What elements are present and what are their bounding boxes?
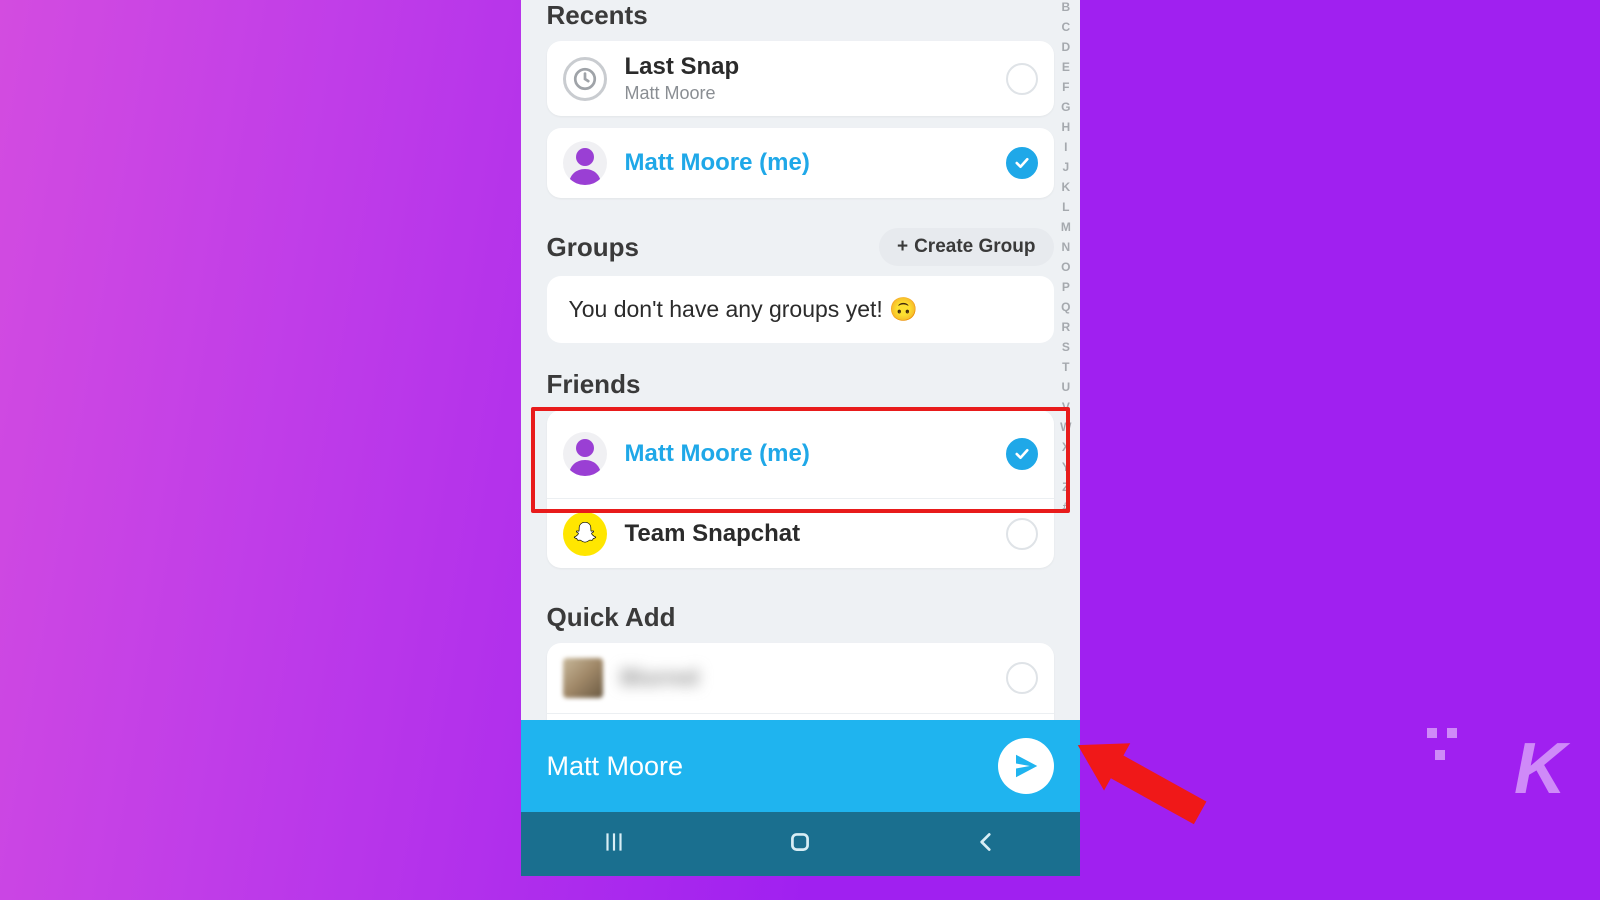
last-snap-title: Last Snap [625, 53, 988, 81]
quickadd-name: Blurred [621, 665, 988, 691]
alpha-letter[interactable]: B [1062, 0, 1071, 14]
send-bar: Matt Moore [521, 720, 1080, 812]
alpha-letter[interactable]: L [1062, 200, 1069, 214]
create-group-label: Create Group [914, 236, 1035, 258]
select-circle-checked[interactable] [1006, 438, 1038, 470]
alpha-index[interactable]: B C D E F G H I J K L M N O P Q R S T U … [1060, 0, 1071, 514]
alpha-letter[interactable]: F [1062, 80, 1069, 94]
friends-heading: Friends [547, 355, 1054, 410]
last-snap-row[interactable]: Last Snap Matt Moore [547, 41, 1054, 116]
phone-screen: B C D E F G H I J K L M N O P Q R S T U … [521, 0, 1080, 876]
watermark-dots [1435, 750, 1445, 760]
alpha-letter[interactable]: J [1062, 160, 1069, 174]
alpha-letter[interactable]: V [1062, 400, 1070, 414]
alpha-letter[interactable]: K [1062, 180, 1071, 194]
home-nav-icon[interactable] [787, 829, 813, 860]
watermark-logo: K [1514, 728, 1562, 810]
alpha-letter[interactable]: Q [1061, 300, 1070, 314]
select-circle[interactable] [1006, 662, 1038, 694]
alpha-letter[interactable]: Y [1062, 460, 1070, 474]
clock-icon [563, 57, 607, 101]
recents-heading: Recents [547, 0, 1054, 41]
alpha-letter[interactable]: X [1062, 440, 1070, 454]
annotation-arrow [1061, 714, 1217, 843]
groups-empty-message: You don't have any groups yet! 🙃 [547, 276, 1054, 343]
select-circle[interactable] [1006, 518, 1038, 550]
alpha-letter[interactable]: D [1062, 40, 1071, 54]
plus-icon: + [897, 236, 908, 258]
send-button[interactable] [998, 738, 1054, 794]
recents-card: Last Snap Matt Moore [547, 41, 1054, 116]
team-snapchat-row[interactable]: Team Snapchat [547, 498, 1054, 568]
alpha-letter[interactable]: W [1060, 420, 1071, 434]
create-group-button[interactable]: + Create Group [879, 228, 1054, 266]
back-nav-icon[interactable] [973, 829, 999, 860]
alpha-letter[interactable]: E [1062, 60, 1070, 74]
recents-me-row[interactable]: Matt Moore (me) [547, 128, 1054, 198]
alpha-letter[interactable]: M [1061, 220, 1071, 234]
selected-name: Matt Moore [547, 751, 684, 782]
recents-me-name: Matt Moore (me) [625, 149, 988, 177]
alpha-letter[interactable]: N [1062, 240, 1071, 254]
groups-heading: Groups [547, 232, 639, 263]
alpha-letter[interactable]: C [1062, 20, 1071, 34]
person-icon [563, 432, 607, 476]
alpha-letter[interactable]: S [1062, 340, 1070, 354]
alpha-letter[interactable]: Z [1062, 480, 1069, 494]
alpha-letter[interactable]: U [1062, 380, 1071, 394]
alpha-letter[interactable]: G [1061, 100, 1070, 114]
select-circle-checked[interactable] [1006, 147, 1038, 179]
team-snapchat-name: Team Snapchat [625, 520, 988, 548]
friends-me-row[interactable]: Matt Moore (me) [547, 410, 1054, 498]
blurred-avatar [563, 658, 603, 698]
watermark-dots [1427, 728, 1457, 738]
alpha-letter[interactable]: O [1061, 260, 1070, 274]
last-snap-subtitle: Matt Moore [625, 83, 988, 104]
alpha-letter[interactable]: I [1064, 140, 1067, 154]
alpha-letter[interactable]: # [1062, 500, 1069, 514]
recents-nav-icon[interactable] [601, 829, 627, 860]
snapchat-icon [563, 512, 607, 556]
android-nav-bar [521, 812, 1080, 876]
person-icon [563, 141, 607, 185]
quickadd-row[interactable]: Blurred [547, 643, 1054, 713]
quickadd-heading: Quick Add [547, 580, 1054, 643]
alpha-letter[interactable]: P [1062, 280, 1070, 294]
friends-me-name: Matt Moore (me) [625, 440, 988, 468]
alpha-letter[interactable]: T [1062, 360, 1069, 374]
recents-me-card: Matt Moore (me) [547, 128, 1054, 198]
select-circle[interactable] [1006, 63, 1038, 95]
alpha-letter[interactable]: H [1062, 120, 1071, 134]
friends-card: Matt Moore (me) Team Snapchat [547, 410, 1054, 568]
alpha-letter[interactable]: R [1062, 320, 1071, 334]
